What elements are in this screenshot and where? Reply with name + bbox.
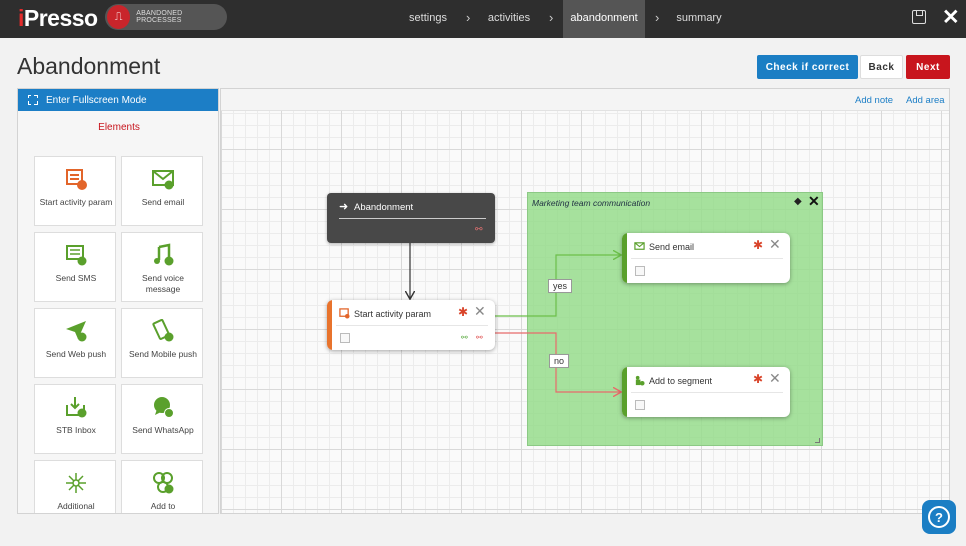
step-abandonment[interactable]: abandonment [563, 0, 645, 38]
tile-additional[interactable]: Additional [34, 460, 116, 513]
node-add-to-segment[interactable]: Add to segment ✱ ✕ [622, 367, 790, 417]
tile-label: Add to [150, 501, 176, 511]
tile-label: STB Inbox [56, 425, 96, 435]
question-icon: ? [928, 506, 950, 528]
link-no-icon[interactable]: ⚯ [476, 333, 483, 342]
node-title: Send email [649, 242, 695, 252]
additional-icon [66, 473, 86, 493]
tile-start-activity-param[interactable]: Start activity param [34, 156, 116, 226]
node-stripe [622, 233, 627, 283]
process-type-label: ABANDONED PROCESSES [136, 10, 183, 24]
gear-icon[interactable]: ✱ [458, 305, 468, 319]
web-push-icon [66, 321, 87, 342]
node-title: Abandonment [354, 202, 414, 213]
check-if-correct-button[interactable]: Check if correct [757, 55, 858, 79]
next-button[interactable]: Next [906, 55, 950, 79]
fullscreen-label: Enter Fullscreen Mode [46, 94, 147, 106]
gear-icon[interactable]: ✱ [753, 372, 763, 386]
tile-send-voice-message[interactable]: Send voice message [121, 232, 203, 302]
segment-icon [635, 375, 645, 386]
node-checkbox[interactable] [635, 266, 645, 276]
page-title: Abandonment [17, 53, 161, 79]
elements-title: Elements [98, 122, 140, 133]
tile-send-whatsapp[interactable]: Send WhatsApp [121, 384, 203, 454]
tile-send-mobile-push[interactable]: Send Mobile push [121, 308, 203, 378]
save-icon[interactable] [912, 10, 926, 24]
tile-label: Send Mobile push [128, 349, 198, 359]
no-label[interactable]: no [549, 354, 570, 368]
node-start-activity-param[interactable]: Start activity param ✱ ✕ ⚯ ⚯ [327, 300, 495, 350]
link-icon[interactable]: ⚯ [475, 224, 483, 235]
tile-add-to[interactable]: Add to [121, 460, 203, 513]
node-checkbox[interactable] [340, 333, 350, 343]
step-activities[interactable]: activities [479, 0, 539, 38]
tile-send-web-push[interactable]: Send Web push [34, 308, 116, 378]
node-checkbox[interactable] [635, 400, 645, 410]
tile-send-email[interactable]: Send email [121, 156, 203, 226]
step-summary[interactable]: summary [668, 0, 730, 38]
node-stripe [327, 300, 332, 350]
tile-label: Additional [57, 501, 95, 511]
email-icon [634, 242, 645, 250]
tile-label: Start activity param [39, 197, 113, 207]
arrow-right-icon: ➜ [339, 201, 349, 213]
activity-param-icon [66, 169, 87, 190]
sms-icon [66, 245, 87, 266]
tile-stb-inbox[interactable]: STB Inbox [34, 384, 116, 454]
link-yes-icon[interactable]: ⚯ [461, 333, 468, 342]
fullscreen-icon [27, 94, 39, 106]
tile-label: Send Web push [45, 349, 107, 359]
close-icon[interactable]: ✕ [942, 5, 960, 30]
chevron-right-icon: › [655, 10, 660, 25]
close-icon[interactable]: ✕ [769, 236, 781, 253]
node-divider [631, 258, 783, 259]
yes-label[interactable]: yes [548, 279, 573, 293]
step-settings[interactable]: settings [396, 0, 460, 38]
node-title: Add to segment [649, 376, 713, 386]
tile-label: Send voice message [141, 273, 185, 294]
elements-sidebar: Enter Fullscreen Mode Elements Start act… [17, 88, 219, 514]
process-type-badge: ⎍ ABANDONED PROCESSES [105, 4, 227, 30]
node-divider [631, 392, 783, 393]
help-button[interactable]: ? [922, 500, 956, 534]
process-canvas[interactable]: Add note Add area Marketing team communi… [220, 88, 950, 514]
tile-label: Send email [141, 197, 185, 207]
close-icon[interactable]: ✕ [769, 370, 781, 387]
email-icon [152, 170, 174, 190]
node-stripe [622, 367, 627, 417]
tile-label: Send WhatsApp [132, 425, 194, 435]
tile-label: Send SMS [55, 273, 97, 283]
mobile-push-icon [152, 319, 174, 342]
tile-send-sms[interactable]: Send SMS [34, 232, 116, 302]
close-icon[interactable]: ✕ [474, 303, 486, 320]
node-abandonment[interactable]: ➜ Abandonment ⚯ [327, 193, 495, 243]
node-divider [336, 325, 488, 326]
process-icon: ⎍ [107, 5, 131, 29]
fullscreen-button[interactable]: Enter Fullscreen Mode [18, 89, 218, 111]
logo: iPresso [18, 5, 98, 31]
top-bar: iPresso ⎍ ABANDONED PROCESSES settings ›… [0, 0, 966, 38]
activity-param-icon [339, 308, 350, 319]
inbox-icon [66, 397, 87, 418]
gear-icon[interactable]: ✱ [753, 238, 763, 252]
node-divider [339, 218, 486, 219]
voice-icon [154, 243, 174, 266]
node-send-email[interactable]: Send email ✱ ✕ [622, 233, 790, 283]
add-to-icon [153, 472, 174, 494]
whatsapp-icon [154, 397, 174, 418]
chevron-right-icon: › [549, 10, 554, 25]
chevron-right-icon: › [466, 10, 471, 25]
back-button[interactable]: Back [860, 55, 903, 79]
node-title: Start activity param [354, 309, 432, 319]
